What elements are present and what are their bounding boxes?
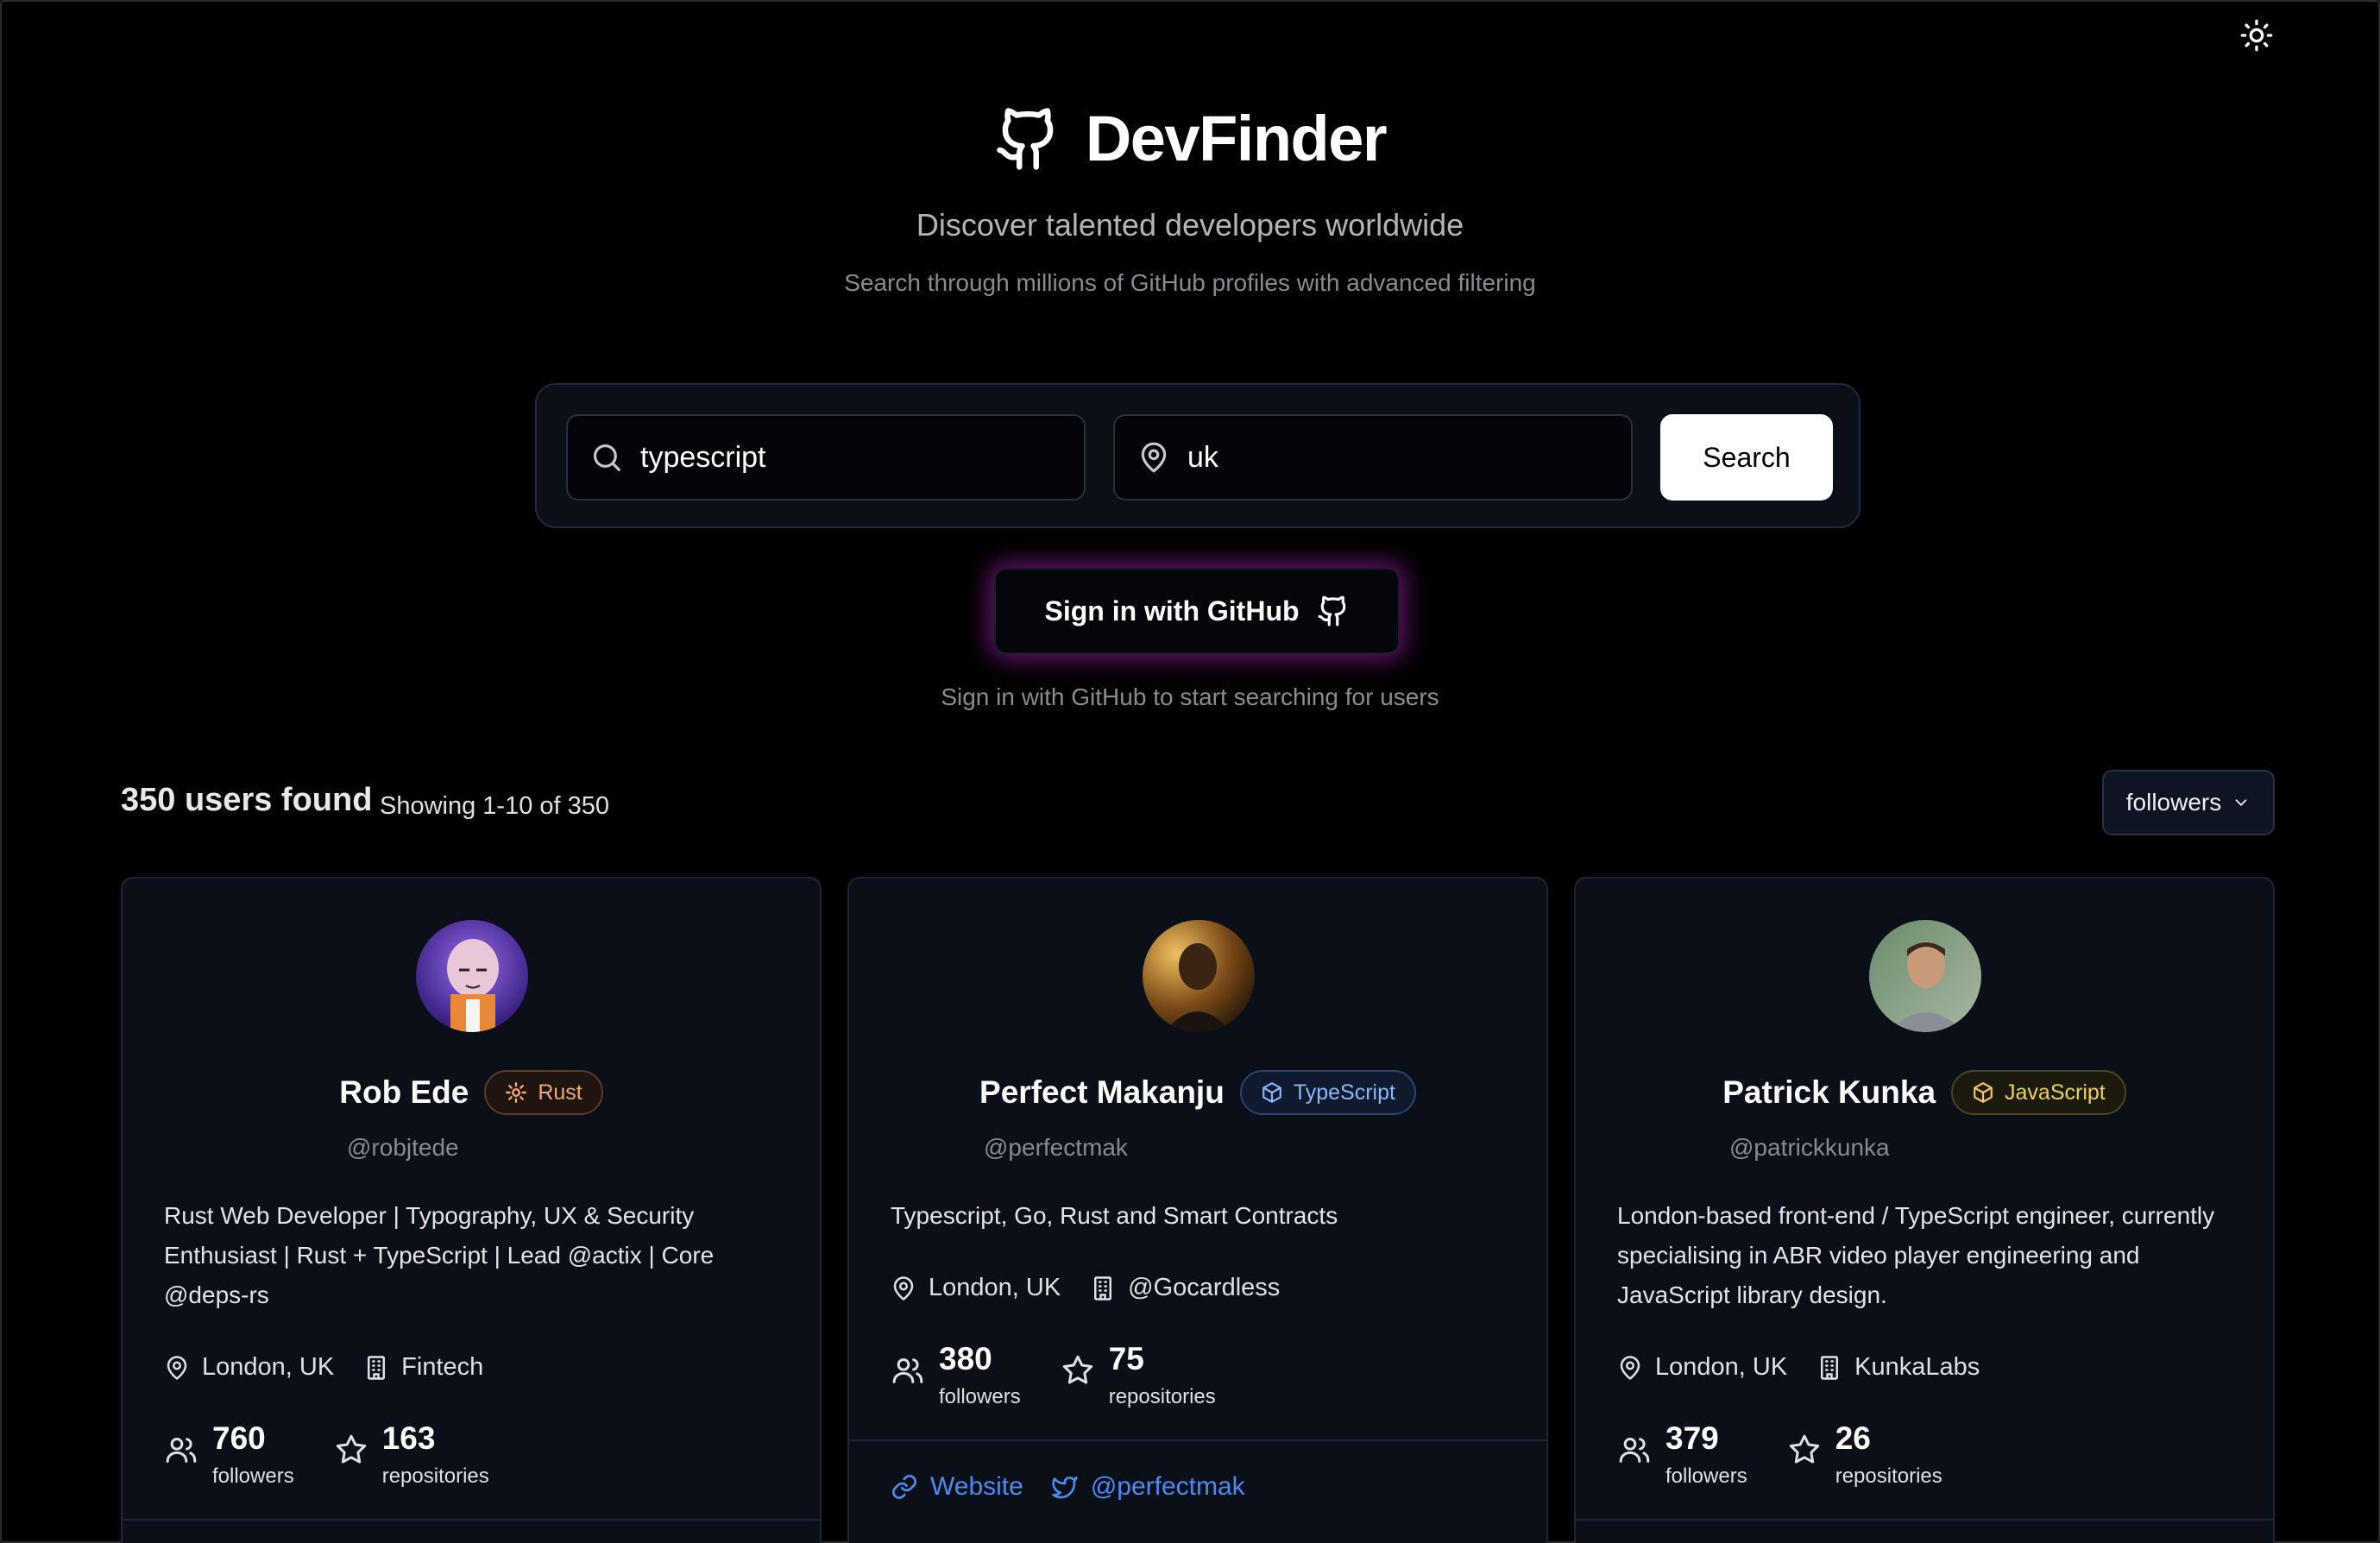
meta-row: London, UK Fintech xyxy=(164,1353,483,1382)
github-icon xyxy=(1318,595,1345,627)
search-panel: Search xyxy=(535,383,1861,528)
card-divider xyxy=(849,1439,1546,1441)
brand-header: DevFinder xyxy=(0,102,2380,175)
meta-row: London, UK @Gocardless xyxy=(891,1274,1280,1302)
language-badge: Rust xyxy=(484,1070,603,1115)
stats-row: 379 followers 26 repositories xyxy=(1617,1422,1942,1489)
name-row: Rob Ede Rust xyxy=(123,1070,820,1115)
location: London, UK xyxy=(891,1274,1061,1302)
avatar[interactable] xyxy=(1869,920,1981,1032)
results-count: 350 users found xyxy=(121,782,373,818)
query-field[interactable] xyxy=(566,414,1086,501)
company: Fintech xyxy=(363,1353,483,1382)
followers-stat: 379 followers xyxy=(1617,1422,1747,1489)
repos-stat: 163 repositories xyxy=(334,1422,489,1489)
language-label: Rust xyxy=(538,1080,582,1105)
app-title: DevFinder xyxy=(1085,103,1388,174)
language-badge: JavaScript xyxy=(1951,1070,2126,1115)
user-name[interactable]: Rob Ede xyxy=(339,1074,469,1111)
building-icon xyxy=(368,1355,386,1380)
user-handle: @patrickkunka xyxy=(1729,1134,1890,1161)
location-input[interactable] xyxy=(1187,440,1602,475)
users-icon xyxy=(166,1438,197,1463)
followers-count: 379 xyxy=(1665,1420,1719,1456)
building-icon xyxy=(1094,1275,1112,1301)
avatar[interactable] xyxy=(1143,920,1255,1032)
repos-count: 26 xyxy=(1835,1420,1871,1456)
user-card[interactable]: Rob Ede Rust @robjtede Rust Web Develope… xyxy=(121,877,822,1543)
users-icon xyxy=(1619,1438,1650,1463)
map-pin-icon xyxy=(893,1275,914,1301)
repos-count: 75 xyxy=(1108,1341,1144,1376)
users-icon xyxy=(892,1358,923,1383)
stats-row: 760 followers 163 repositories xyxy=(164,1422,489,1489)
user-bio: Rust Web Developer | Typography, UX & Se… xyxy=(164,1202,715,1308)
map-pin-icon xyxy=(1141,442,1167,473)
sun-icon xyxy=(2240,19,2273,52)
link-icon xyxy=(892,1475,916,1499)
card-divider xyxy=(1576,1519,2273,1521)
card-divider xyxy=(123,1519,820,1521)
followers-count: 380 xyxy=(939,1341,992,1376)
name-row: Perfect Makanju TypeScript xyxy=(849,1070,1546,1115)
gear-icon xyxy=(506,1081,527,1104)
avatar[interactable] xyxy=(416,920,528,1032)
repos-count: 163 xyxy=(381,1420,436,1456)
user-card[interactable]: Patrick Kunka JavaScript @patrickkunka L… xyxy=(1574,877,2275,1543)
stats-row: 380 followers 75 repositories xyxy=(891,1343,1216,1409)
building-icon xyxy=(1821,1355,1839,1380)
sort-select-value: followers xyxy=(2125,789,2222,816)
language-label: TypeScript xyxy=(1293,1080,1395,1105)
subtagline: Search through millions of GitHub profil… xyxy=(844,269,1536,296)
signin-hint: Sign in with GitHub to start searching f… xyxy=(941,683,1439,710)
user-bio: London-based front-end / TypeScript engi… xyxy=(1617,1202,2215,1308)
followers-stat: 380 followers xyxy=(891,1343,1021,1409)
cube-icon xyxy=(1262,1082,1281,1103)
tagline: Discover talented developers worldwide xyxy=(916,207,1464,242)
company: @Gocardless xyxy=(1090,1274,1280,1302)
location: London, UK xyxy=(164,1353,334,1382)
location: London, UK xyxy=(1617,1353,1787,1382)
github-logo-icon xyxy=(997,107,1054,170)
map-pin-icon xyxy=(1620,1355,1640,1380)
language-label: JavaScript xyxy=(2005,1080,2106,1105)
company: KunkaLabs xyxy=(1816,1353,1980,1382)
star-icon xyxy=(1062,1355,1092,1384)
location-field[interactable] xyxy=(1113,414,1633,501)
user-name[interactable]: Perfect Makanju xyxy=(979,1074,1225,1111)
star-icon xyxy=(336,1434,366,1464)
user-card[interactable]: Perfect Makanju TypeScript @perfectmak T… xyxy=(847,877,1548,1543)
signin-github-button[interactable]: Sign in with GitHub xyxy=(994,568,1400,654)
signin-button-label: Sign in with GitHub xyxy=(1044,595,1300,627)
repos-stat: 75 repositories xyxy=(1061,1343,1216,1409)
twitter-link[interactable]: @perfectmak xyxy=(1051,1472,1245,1502)
followers-stat: 760 followers xyxy=(164,1422,294,1489)
twitter-icon xyxy=(1052,1477,1078,1499)
user-name[interactable]: Patrick Kunka xyxy=(1722,1074,1936,1111)
theme-toggle-button[interactable] xyxy=(2237,16,2276,55)
search-button[interactable]: Search xyxy=(1660,414,1833,501)
links-row: Website @perfectmak xyxy=(891,1472,1245,1502)
repos-stat: 26 repositories xyxy=(1787,1422,1942,1489)
website-link[interactable]: Website xyxy=(891,1472,1023,1502)
search-input[interactable] xyxy=(640,440,1055,475)
cube-icon xyxy=(1974,1082,1993,1103)
chevron-down-icon xyxy=(2235,799,2247,807)
results-range: Showing 1-10 of 350 xyxy=(380,792,610,820)
map-pin-icon xyxy=(167,1355,187,1380)
followers-count: 760 xyxy=(212,1420,266,1456)
meta-row: London, UK KunkaLabs xyxy=(1617,1353,1980,1382)
user-handle: @robjtede xyxy=(347,1134,459,1161)
sort-select[interactable]: followers xyxy=(2102,770,2275,835)
language-badge: TypeScript xyxy=(1239,1070,1416,1115)
user-bio: Typescript, Go, Rust and Smart Contracts xyxy=(891,1202,1338,1229)
user-handle: @perfectmak xyxy=(984,1134,1128,1161)
search-icon xyxy=(593,444,620,471)
name-row: Patrick Kunka JavaScript xyxy=(1576,1070,2273,1115)
star-icon xyxy=(1789,1434,1819,1464)
